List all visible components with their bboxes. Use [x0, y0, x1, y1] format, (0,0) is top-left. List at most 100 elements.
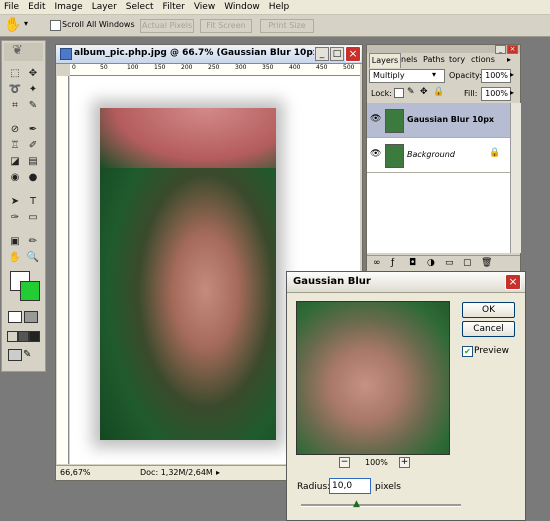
actual-pixels-button[interactable]: Actual Pixels	[140, 19, 194, 33]
zoom-tool-icon[interactable]: 🔍	[26, 251, 40, 265]
marquee-tool-icon[interactable]: ⬚	[8, 67, 22, 81]
tab-layers[interactable]: Layers	[369, 53, 401, 68]
shape-tool-icon[interactable]: ▭	[26, 211, 40, 225]
layer-thumbnail	[385, 109, 404, 133]
radius-slider-track[interactable]	[301, 504, 461, 507]
layer-name[interactable]: Background	[407, 150, 455, 159]
toolbox: ❦ ⬚ ✥ ➰ ✦ ⌗ ✎ ⊘ ✒ ♖ ✐ ◪ ▤ ◉ ● ➤ T ✑ ▭ ▣ …	[1, 40, 46, 372]
opacity-input[interactable]: 100%	[481, 69, 511, 83]
menu-select[interactable]: Select	[122, 0, 159, 13]
fill-arrow-icon[interactable]: ▸	[510, 88, 514, 97]
layer-row[interactable]: 👁 Gaussian Blur 10px	[367, 103, 520, 138]
blend-mode-value: Multiply	[373, 71, 405, 80]
preview-checkbox[interactable]: ✔	[462, 346, 473, 357]
menu-view[interactable]: View	[190, 0, 220, 13]
layer-mask-icon[interactable]: ◘	[409, 258, 416, 268]
close-icon[interactable]: ×	[345, 46, 361, 62]
maximize-icon[interactable]: □	[330, 47, 344, 61]
jump-to-imageready-icon[interactable]: ✎	[8, 349, 38, 361]
trash-icon[interactable]: 🗑	[481, 258, 492, 268]
eye-icon[interactable]: 👁	[370, 149, 381, 159]
notes-tool-icon[interactable]: ▣	[8, 235, 22, 249]
status-arrow-icon[interactable]: ▸	[216, 468, 220, 477]
radius-input[interactable]: 10,0	[329, 478, 371, 494]
radius-slider-handle[interactable]: ▲	[353, 499, 360, 509]
lock-move-icon[interactable]: ✥	[420, 87, 428, 97]
crop-tool-icon[interactable]: ⌗	[8, 99, 22, 113]
layer-name[interactable]: Gaussian Blur 10px	[407, 115, 494, 124]
type-tool-icon[interactable]: T	[26, 195, 40, 209]
menu-layer[interactable]: Layer	[88, 0, 122, 13]
tab-actions[interactable]: ctions	[471, 53, 495, 67]
menu-help[interactable]: Help	[265, 0, 295, 13]
layer-style-icon[interactable]: ƒ	[391, 258, 394, 268]
tab-paths[interactable]: Paths	[423, 53, 445, 67]
background-color-swatch[interactable]	[20, 281, 40, 301]
tab-channels[interactable]: nels	[401, 53, 417, 67]
dodge-tool-icon[interactable]: ●	[26, 171, 40, 185]
opacity-arrow-icon[interactable]: ▸	[510, 70, 514, 79]
cancel-button[interactable]: Cancel	[462, 321, 515, 337]
minimize-icon[interactable]: _	[315, 47, 329, 61]
layers-footer: ∞ ƒ ◘ ◑ ▭ ▢ 🗑	[367, 255, 520, 272]
close-icon[interactable]: ×	[505, 274, 521, 290]
layer-thumbnail	[385, 144, 404, 168]
link-icon[interactable]: ∞	[373, 258, 381, 268]
brush-tool-icon[interactable]: ✒	[26, 123, 40, 137]
hand-tool-icon[interactable]: ✋	[4, 17, 21, 33]
slice-tool-icon[interactable]: ✎	[26, 99, 40, 113]
hand-tool-icon[interactable]: ✋	[8, 251, 22, 265]
menu-edit[interactable]: Edit	[24, 0, 50, 13]
blur-tool-icon[interactable]: ◉	[8, 171, 22, 185]
fill-input[interactable]: 100%	[481, 87, 511, 101]
ok-button[interactable]: OK	[462, 302, 515, 318]
path-select-icon[interactable]: ➤	[8, 195, 22, 209]
magic-wand-icon[interactable]: ✦	[26, 83, 40, 97]
lock-icon: 🔒	[489, 148, 501, 158]
radius-unit: pixels	[375, 482, 401, 492]
ruler-label: 150	[154, 64, 166, 71]
lock-all-icon[interactable]: 🔒	[433, 87, 444, 97]
print-size-button[interactable]: Print Size	[260, 19, 314, 33]
menu-image[interactable]: Image	[51, 0, 88, 13]
healing-brush-icon[interactable]: ⊘	[8, 123, 22, 137]
lock-transparency-icon[interactable]	[394, 88, 404, 98]
menu-filter[interactable]: Filter	[159, 0, 190, 13]
document-titlebar: album_pic.php.jpg @ 66.7% (Gaussian Blur…	[56, 45, 362, 64]
eraser-tool-icon[interactable]: ◪	[8, 155, 22, 169]
panel-tabs: Layers nels Paths tory ctions ▸	[367, 53, 520, 68]
menu-file[interactable]: File	[0, 0, 24, 13]
lock-paint-icon[interactable]: ✎	[407, 87, 415, 97]
scroll-all-checkbox[interactable]	[50, 20, 61, 31]
zoom-out-button[interactable]: −	[339, 457, 350, 468]
eyedropper-icon[interactable]: ✏	[26, 235, 40, 249]
preview-label: Preview	[474, 346, 510, 356]
layers-scrollbar[interactable]	[510, 103, 521, 253]
new-layer-icon[interactable]: ▢	[463, 258, 472, 268]
blend-mode-select[interactable]: Multiply ▾	[369, 69, 445, 83]
history-brush-icon[interactable]: ✐	[26, 139, 40, 153]
pen-tool-icon[interactable]: ✑	[8, 211, 22, 225]
chevron-down-icon[interactable]: ▾	[24, 19, 28, 28]
blur-preview[interactable]	[296, 301, 450, 455]
zoom-level[interactable]: 66,67%	[60, 468, 91, 477]
lock-label: Lock:	[371, 89, 392, 98]
dialog-title: Gaussian Blur	[293, 276, 371, 287]
tab-history[interactable]: tory	[449, 53, 465, 67]
panel-menu-icon[interactable]: ▸	[507, 53, 511, 67]
menu-window[interactable]: Window	[220, 0, 265, 13]
layer-row[interactable]: 👁 Background 🔒	[367, 138, 520, 173]
screen-mode-icon[interactable]	[7, 331, 41, 343]
move-tool-icon[interactable]: ✥	[26, 67, 40, 81]
zoom-in-button[interactable]: +	[399, 457, 410, 468]
adjustment-layer-icon[interactable]: ◑	[427, 258, 435, 268]
fit-screen-button[interactable]: Fit Screen	[200, 19, 252, 33]
stamp-tool-icon[interactable]: ♖	[8, 139, 22, 153]
new-group-icon[interactable]: ▭	[445, 258, 454, 268]
quick-mask-icon[interactable]	[8, 311, 38, 323]
eye-icon[interactable]: 👁	[370, 114, 381, 124]
gradient-tool-icon[interactable]: ▤	[26, 155, 40, 169]
lasso-tool-icon[interactable]: ➰	[8, 83, 22, 97]
document-icon	[60, 48, 72, 60]
photo-hat	[100, 108, 276, 168]
